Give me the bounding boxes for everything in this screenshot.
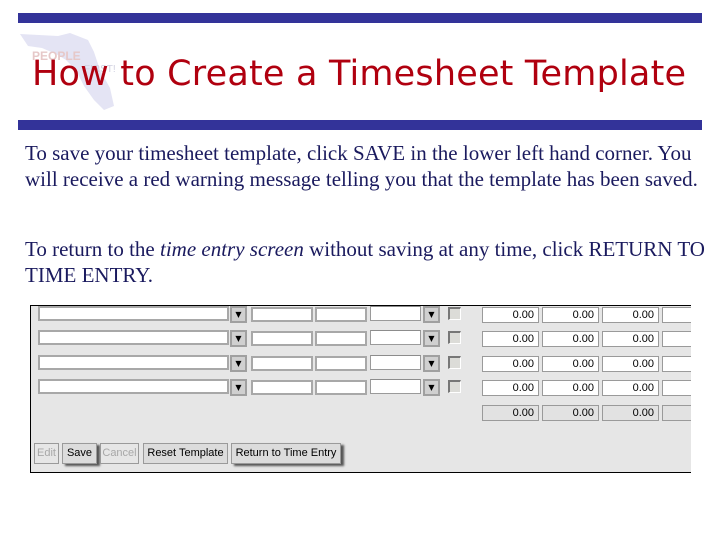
hours-field[interactable]: 0.00 [542,356,599,372]
save-button[interactable]: Save [62,443,97,464]
chevron-down-icon: ▼ [235,382,242,392]
row-checkbox[interactable] [448,380,461,393]
instruction-save: To save your timesheet template, click S… [25,141,698,191]
hours-field[interactable]: 0.00 [602,356,659,372]
hours-field[interactable] [662,331,691,347]
hours-field[interactable]: 0.00 [602,331,659,347]
task-field[interactable] [251,356,313,371]
project-field[interactable] [38,330,229,345]
project-dropdown-button[interactable]: ▼ [230,330,247,347]
project-field[interactable] [38,355,229,370]
slide-title: How to Create a Timesheet Template [32,54,687,94]
hours-field[interactable] [662,380,691,396]
type-field[interactable] [370,355,421,370]
activity-field[interactable] [315,331,367,346]
project-field[interactable] [38,379,229,394]
type-field[interactable] [370,379,421,394]
project-field[interactable] [38,306,229,321]
activity-field[interactable] [315,380,367,395]
total-hours-field [662,405,691,421]
instruction-return: To return to the time entry screen witho… [25,236,705,288]
chevron-down-icon: ▼ [428,358,435,368]
hours-field[interactable] [662,356,691,372]
type-dropdown-button[interactable]: ▼ [423,355,440,372]
hours-field[interactable]: 0.00 [602,307,659,323]
hours-field[interactable]: 0.00 [602,380,659,396]
hours-field[interactable]: 0.00 [482,331,539,347]
cancel-button: Cancel [100,443,139,464]
hours-field[interactable]: 0.00 [482,380,539,396]
task-field[interactable] [251,331,313,346]
chevron-down-icon: ▼ [428,382,435,392]
hours-field[interactable]: 0.00 [542,380,599,396]
type-field[interactable] [370,330,421,345]
chevron-down-icon: ▼ [428,309,435,319]
header-bottom-bar [18,120,702,130]
total-hours-field: 0.00 [482,405,539,421]
chevron-down-icon: ▼ [235,333,242,343]
activity-field[interactable] [315,307,367,322]
hours-field[interactable]: 0.00 [542,331,599,347]
total-hours-field: 0.00 [602,405,659,421]
row-checkbox[interactable] [448,356,461,369]
task-field[interactable] [251,307,313,322]
chevron-down-icon: ▼ [428,333,435,343]
type-dropdown-button[interactable]: ▼ [423,379,440,396]
project-dropdown-button[interactable]: ▼ [230,355,247,372]
row-checkbox[interactable] [448,331,461,344]
instruction-return-italic: time entry screen [160,237,304,261]
task-field[interactable] [251,380,313,395]
chevron-down-icon: ▼ [235,309,242,319]
return-to-time-entry-button[interactable]: Return to Time Entry [231,443,341,464]
type-dropdown-button[interactable]: ▼ [423,306,440,323]
activity-field[interactable] [315,356,367,371]
project-dropdown-button[interactable]: ▼ [230,306,247,323]
reset-template-button[interactable]: Reset Template [143,443,228,464]
timesheet-template-screenshot: ▼ ▼ 0.00 0.00 0.00 ▼ ▼ 0.00 0.00 0.00 ▼ … [30,305,691,473]
edit-button: Edit [34,443,59,464]
chevron-down-icon: ▼ [235,358,242,368]
header-top-bar [18,13,702,23]
hours-field[interactable]: 0.00 [482,307,539,323]
type-dropdown-button[interactable]: ▼ [423,330,440,347]
type-field[interactable] [370,306,421,321]
row-checkbox[interactable] [448,307,461,320]
total-hours-field: 0.00 [542,405,599,421]
instruction-return-start: To return to the [25,237,160,261]
hours-field[interactable] [662,307,691,323]
project-dropdown-button[interactable]: ▼ [230,379,247,396]
hours-field[interactable]: 0.00 [542,307,599,323]
hours-field[interactable]: 0.00 [482,356,539,372]
